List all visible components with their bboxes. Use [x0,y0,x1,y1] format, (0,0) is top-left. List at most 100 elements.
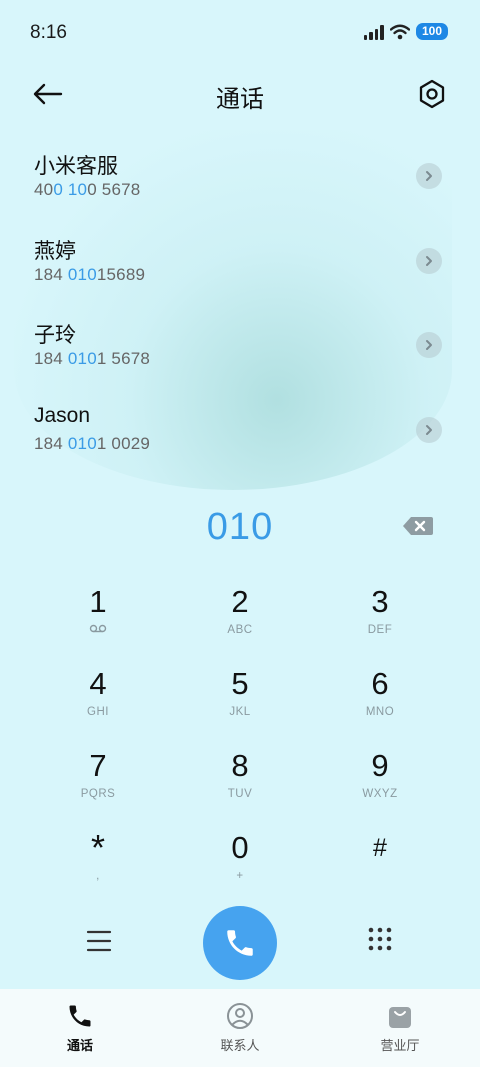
menu-icon [86,930,112,952]
nav-label: 营业厅 [380,1038,420,1053]
key-9[interactable]: 9 WXYZ [320,744,440,820]
contact-number: 184 0101 5678 [34,349,150,369]
result-item[interactable]: 子玲 184 0101 5678 [0,302,480,387]
menu-button[interactable] [86,929,112,953]
nav-label: 联系人 [220,1038,260,1053]
key-letters: DEF [367,624,393,636]
call-button[interactable] [203,906,277,980]
status-bar: 8:16 100 [0,0,480,66]
contact-detail-button[interactable] [416,163,442,189]
key-1[interactable]: 1 [38,580,158,656]
shopping-bag-icon [389,1007,411,1028]
key-0[interactable]: 0 + [180,826,300,902]
matched-digits: 010 [67,264,97,284]
status-icons: 100 [363,23,448,40]
key-digit: 1 [89,584,107,619]
contact-icon [227,1003,253,1029]
key-8[interactable]: 8 TUV [180,744,300,820]
chevron-right-icon [426,424,432,435]
key-2[interactable]: 2 ABC [180,580,300,656]
key-digit: 9 [371,748,389,783]
key-letters: JKL [229,706,251,718]
nav-tab-store[interactable]: 营业厅 [320,989,480,1067]
header: 通话 [0,66,480,122]
result-item[interactable]: Jason 184 0101 0029 [0,387,480,472]
number-segment: 184 [34,264,68,284]
contact-name: 小米客服 [34,155,118,178]
contact-name: 子玲 [34,324,76,347]
contact-number: 184 01015689 [34,265,145,285]
number-segment: 15689 [96,264,146,284]
number-segment: 40 [34,180,54,199]
nav-tab-calls[interactable]: 通话 [0,989,160,1067]
key-digit: 7 [89,748,107,783]
key-digit: 6 [371,666,389,701]
contact-detail-button[interactable] [416,247,442,274]
page-title: 通话 [216,86,264,113]
number-segment: 184 [34,433,68,453]
nav-tab-contacts[interactable]: 联系人 [160,989,320,1067]
key-6[interactable]: 6 MNO [320,662,440,738]
key-letters: PQRS [80,788,116,800]
backspace-button[interactable] [402,516,434,538]
contact-name: Jason [34,403,91,427]
key-digit: 0 [231,830,249,865]
dial-input-field[interactable]: 010 [0,500,480,556]
matched-digits: 0 [53,180,63,199]
number-segment: 0 5678 [87,180,141,199]
result-item[interactable]: 小米客服 400 100 5678 [0,133,480,218]
wifi-icon [389,24,410,39]
key-7[interactable]: 7 PQRS [38,744,158,820]
contact-detail-button[interactable] [416,332,442,358]
dialer-screen: 8:16 100 通话 小米客服 400 100 5678 燕婷 184 010… [0,0,480,1067]
number-segment: 1 5678 [96,349,151,368]
gear-icon [419,79,445,109]
key-letters: WXYZ [362,788,398,800]
key-letters: ABC [227,624,253,636]
contact-number: 400 100 5678 [34,180,140,200]
keypad-toggle-button[interactable] [367,926,393,952]
dial-keypad: 1 2 ABC 3 DEF 4 GHI 5 JKL 6 MNO 7 PQRS 8… [0,580,480,908]
matched-digits: 10 [67,180,88,199]
key-4[interactable]: 4 GHI [38,662,158,738]
phone-icon [69,1005,91,1027]
contact-number: 184 0101 0029 [34,434,150,454]
matched-digits: 010 [67,349,97,368]
key-letters: + [236,870,244,882]
key-digit: 2 [231,584,249,619]
signal-icon [363,24,384,40]
dialer-actions [0,905,480,981]
bottom-nav: 通话 联系人 营业厅 [0,989,480,1067]
key-hash[interactable]: # [320,826,440,902]
number-segment: 1 0029 [96,433,151,453]
chevron-right-icon [426,255,432,266]
backspace-icon [403,517,433,535]
key-digit: # [373,834,387,862]
dialpad-icon [368,927,392,951]
contact-name: 燕婷 [34,239,76,263]
key-star[interactable]: * , [38,826,158,902]
chevron-right-icon [426,340,432,350]
status-time: 8:16 [30,22,67,43]
key-letters: TUV [227,788,253,800]
key-3[interactable]: 3 DEF [320,580,440,656]
phone-icon [227,930,253,956]
key-digit: * [90,827,105,868]
number-segment: 184 [34,349,68,368]
result-item[interactable]: 燕婷 184 01015689 [0,218,480,303]
key-letters: , [96,870,100,882]
matched-digits: 010 [67,433,97,453]
key-digit: 4 [89,666,107,701]
key-letters: MNO [365,706,395,718]
key-digit: 3 [371,584,389,619]
battery-icon: 100 [415,23,448,40]
search-results-list: 小米客服 400 100 5678 燕婷 184 01015689 子玲 184… [0,133,480,471]
nav-label: 通话 [66,1038,93,1053]
key-digit: 5 [231,666,249,701]
key-letters: GHI [87,706,109,718]
contact-detail-button[interactable] [416,416,442,443]
chevron-right-icon [426,171,432,181]
key-5[interactable]: 5 JKL [180,662,300,738]
settings-button[interactable] [416,78,448,110]
key-digit: 8 [231,748,249,783]
